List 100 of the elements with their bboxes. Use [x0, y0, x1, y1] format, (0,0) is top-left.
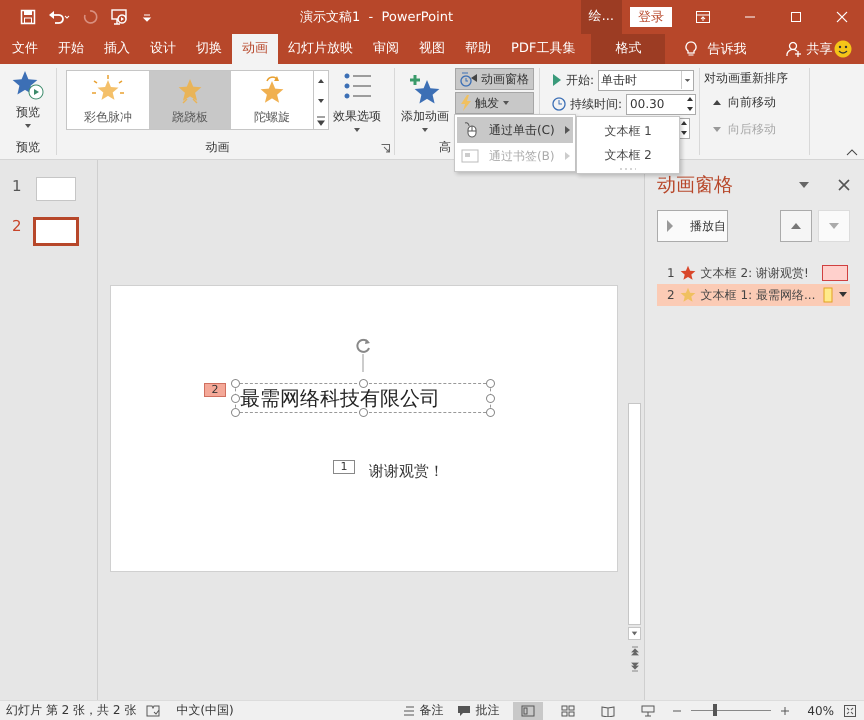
preview-button[interactable]: 预览	[0, 68, 56, 131]
fit-to-window-icon[interactable]	[844, 704, 856, 716]
caret-icon	[24, 123, 32, 129]
save-icon[interactable]	[20, 9, 36, 25]
slide-text: 谢谢观赏！	[369, 462, 444, 481]
ribbon-tab[interactable]: 开始	[48, 34, 94, 64]
animation-effect[interactable]: 跷跷板	[149, 71, 231, 129]
start-dropdown[interactable]: 单击时	[598, 70, 694, 90]
ribbon-tab[interactable]: 帮助	[455, 34, 501, 64]
timing-bar-icon	[822, 265, 848, 281]
duration-label: 持续时间:	[570, 96, 622, 112]
close-icon[interactable]	[838, 179, 850, 191]
group-label: 高	[438, 139, 452, 155]
play-from-button[interactable]: 播放自	[657, 210, 728, 242]
customize-icon[interactable]	[142, 12, 152, 22]
next-slide-icon[interactable]	[630, 662, 640, 672]
spelling-check-icon[interactable]	[146, 704, 160, 716]
down-triangle-icon	[712, 125, 722, 134]
animation-list-item[interactable]: 2 文本框 1: 最需网络...	[657, 284, 850, 306]
star-add-icon	[409, 74, 441, 106]
person-add-icon	[786, 41, 802, 57]
start-label: 开始:	[566, 72, 594, 88]
lightning-icon	[460, 95, 472, 111]
ribbon-tab[interactable]: 插入	[94, 34, 140, 64]
view-button[interactable]	[513, 702, 544, 720]
tell-me-link[interactable]: 告诉我	[707, 40, 746, 58]
dialog-launcher-icon[interactable]	[381, 144, 390, 153]
ribbon-tab[interactable]: 切换	[186, 34, 232, 64]
bookmark-icon	[461, 148, 479, 164]
down-triangle-icon	[829, 223, 839, 229]
caret-icon[interactable]	[838, 292, 848, 298]
scroll-down-icon	[628, 627, 641, 640]
animation-effect[interactable]: 陀螺旋	[231, 71, 313, 129]
smiley-icon[interactable]	[834, 40, 852, 58]
stopwatch-icon	[460, 71, 478, 87]
zoom-in-icon[interactable]	[781, 706, 790, 714]
ribbon-tab[interactable]: PDF工具集	[501, 34, 586, 64]
timing-bar-icon	[823, 287, 833, 303]
ribbon-display-icon[interactable]	[696, 11, 710, 23]
slide-counter: 幻灯片 第 2 张，共 2 张	[6, 702, 136, 719]
undo-icon[interactable]	[48, 9, 70, 25]
previous-slide-icon[interactable]	[630, 646, 640, 656]
play-icon	[666, 220, 674, 232]
share-button[interactable]: 共享	[806, 40, 832, 58]
reading-view-icon	[601, 704, 616, 716]
slide-sorter-icon	[561, 704, 576, 716]
slide-number: 1	[11, 177, 23, 195]
duration-field[interactable]: 00.30	[626, 94, 696, 114]
menu-item[interactable]: 文本框 2	[604, 143, 652, 167]
collapse-ribbon-icon[interactable]	[846, 148, 858, 156]
scroll-thumb[interactable]	[628, 403, 641, 625]
add-animation-button[interactable]: 添加动画	[397, 68, 453, 135]
star-icon	[680, 265, 696, 281]
zoom-percentage[interactable]: 40%	[807, 704, 834, 718]
ribbon-tab[interactable]: 格式	[591, 34, 666, 64]
effect-options-button[interactable]: 效果选项	[329, 68, 385, 135]
slide-thumbnail[interactable]	[33, 217, 79, 246]
animation-order-tag: 1	[333, 460, 355, 474]
caret-icon	[502, 100, 510, 106]
menu-item[interactable]: 通过单击(C)	[457, 117, 573, 143]
ribbon-tab[interactable]: 幻灯片放映	[278, 34, 363, 64]
trigger-button[interactable]: 触发	[455, 92, 534, 114]
dropdown-icon[interactable]	[798, 181, 810, 189]
ribbon-tab[interactable]: 设计	[140, 34, 186, 64]
resize-handle[interactable]	[359, 408, 368, 417]
comments-button[interactable]: 批注	[457, 702, 500, 719]
spin-arrows-icon	[679, 119, 689, 137]
language-indicator[interactable]: 中文(中国)	[176, 702, 234, 719]
lightbulb-icon	[685, 41, 698, 57]
menu-item[interactable]: 文本框 1	[604, 119, 652, 143]
ribbon-tab[interactable]: 文件	[2, 34, 48, 64]
resize-handle[interactable]	[359, 379, 368, 388]
slideshow-icon	[641, 704, 656, 716]
context-tab-label[interactable]: 绘...	[580, 0, 622, 34]
submenu-arrow-icon	[564, 152, 571, 160]
maximize-icon[interactable]	[790, 11, 802, 23]
move-up-button[interactable]	[780, 210, 812, 242]
play-icon	[552, 74, 562, 86]
ribbon-tab[interactable]: 动画	[232, 34, 278, 64]
animation-order-tag: 2	[204, 383, 226, 397]
caret-icon	[353, 127, 361, 133]
clock-icon	[552, 97, 566, 111]
group-label: 预览	[15, 139, 41, 155]
login-button[interactable]: 登录	[630, 7, 672, 27]
grip-icon	[618, 167, 638, 171]
move-earlier-button[interactable]: 向前移动	[700, 89, 809, 116]
zoom-slider-thumb[interactable]	[713, 704, 718, 716]
ribbon-tab[interactable]: 视图	[409, 34, 455, 64]
pane-title: 动画窗格	[657, 173, 734, 198]
animation-effect[interactable]: 彩色脉冲	[67, 71, 149, 129]
window-title: 演示文稿1 - PowerPoint	[299, 9, 454, 26]
spin-arrows-icon	[685, 95, 696, 113]
reorder-title: 对动画重新排序	[703, 70, 789, 87]
notes-icon	[403, 706, 416, 716]
group-label: 动画	[204, 139, 230, 155]
slide-thumbnail[interactable]	[36, 177, 76, 201]
notes-button[interactable]: 备注	[403, 702, 444, 719]
ribbon-tab[interactable]: 审阅	[363, 34, 409, 64]
animation-list-item[interactable]: 1 文本框 2: 谢谢观赏!	[657, 262, 850, 284]
animation-pane-button[interactable]: 动画窗格	[455, 68, 534, 90]
